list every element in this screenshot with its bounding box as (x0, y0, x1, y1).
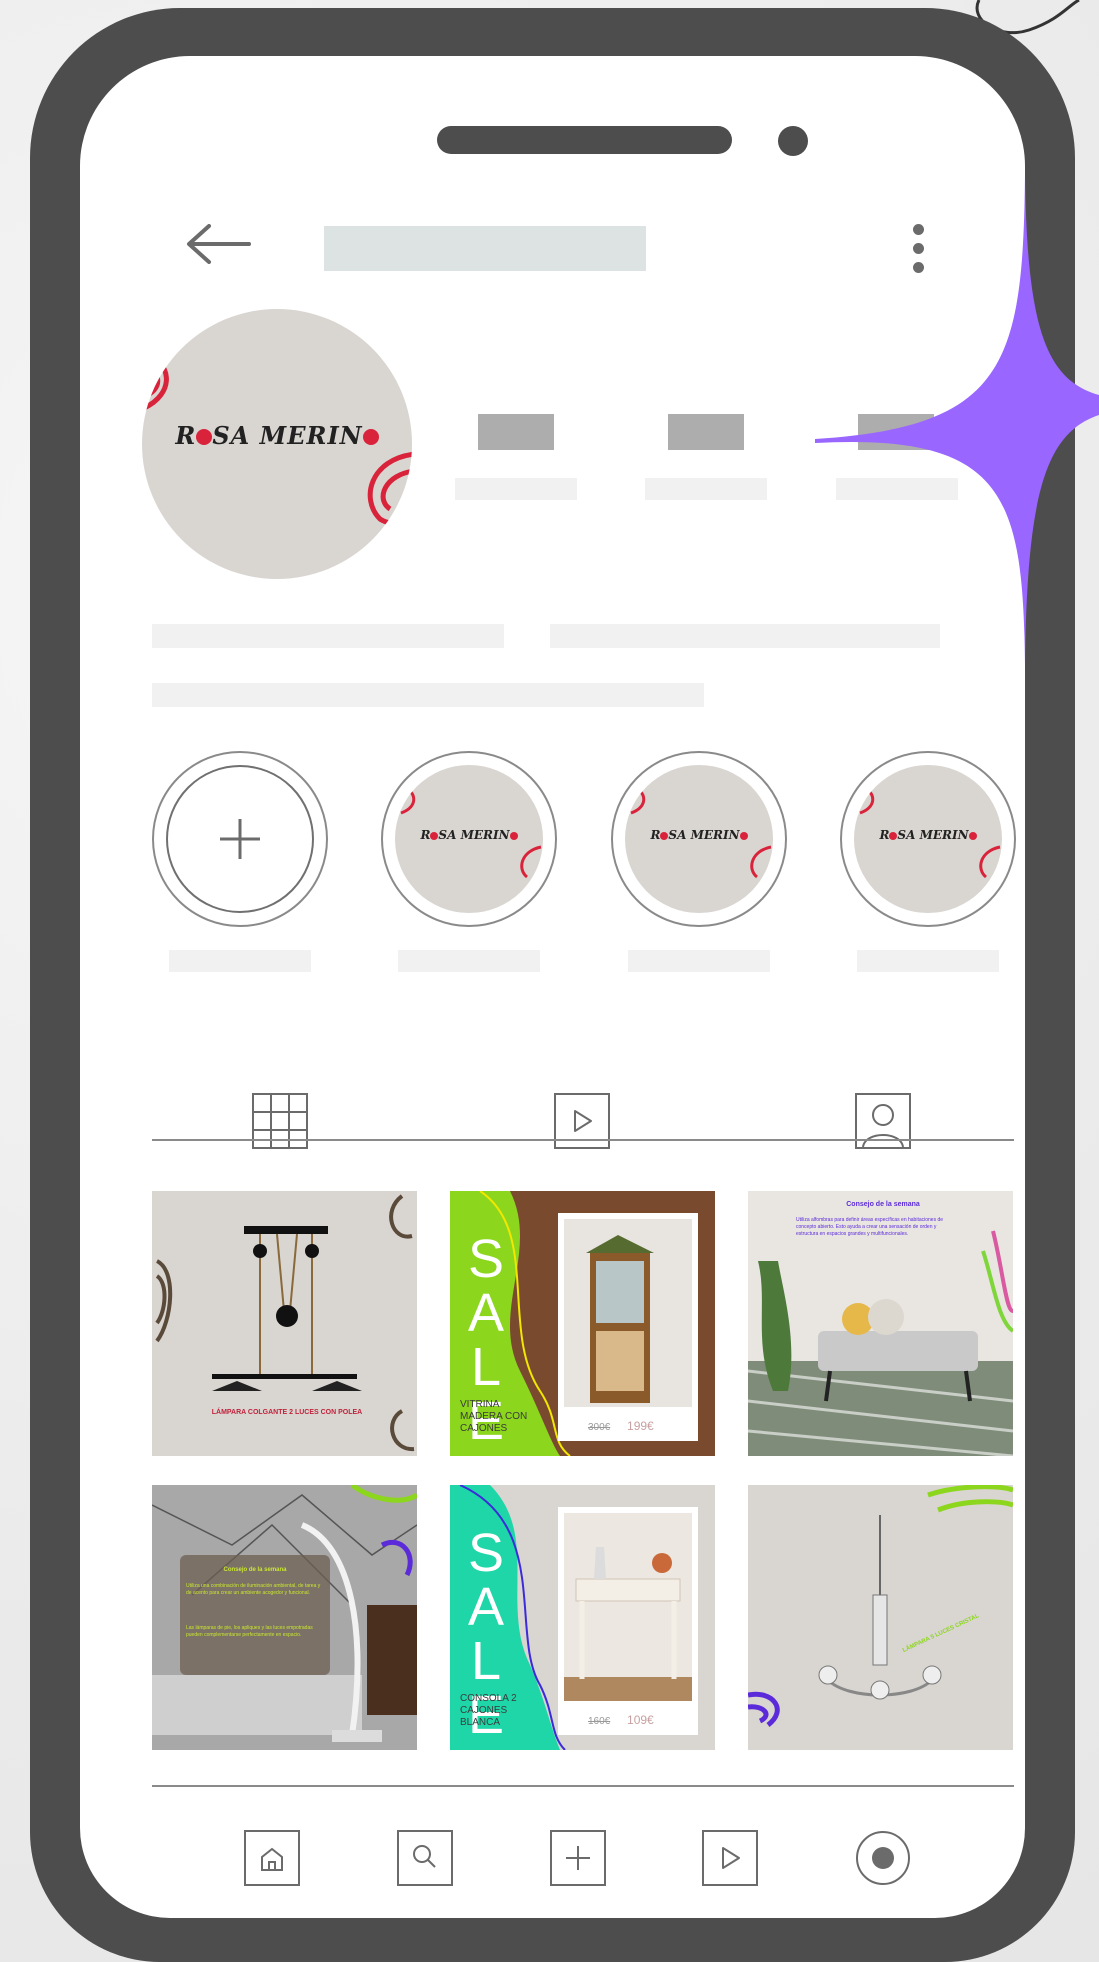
brand-logo: R SA MERIN (625, 828, 773, 842)
tip-body: Utiliza alfombras para definir áreas esp… (796, 1217, 944, 1237)
price: 109€ (627, 1713, 654, 1727)
vitrina-illustration (564, 1219, 692, 1407)
search-icon[interactable] (397, 1830, 453, 1886)
product-card: 160€ 109€ (558, 1507, 698, 1735)
bottom-nav-divider (152, 1785, 1014, 1787)
tip-title: Consejo de la semana (846, 1201, 920, 1208)
post-thumbnail[interactable]: LÁMPARA 5 LUCES CRISTAL (748, 1485, 1013, 1750)
new-highlight-button[interactable] (152, 751, 328, 927)
tip-title: Consejo de la semana (223, 1567, 287, 1573)
consola-illustration (564, 1513, 692, 1701)
brand-logo: R SA MERIN (142, 421, 412, 450)
product-name: VITRINA MADERA CON CAJONES (460, 1399, 528, 1434)
brand-logo: R SA MERIN (854, 828, 1002, 842)
post-thumbnail[interactable]: SALE CONSOLA 2 CAJONES BLANCA 160€ 109€ (450, 1485, 715, 1750)
posts-count-placeholder (478, 414, 554, 450)
highlight-label-placeholder (628, 950, 770, 972)
brand-logo: R SA MERIN (395, 828, 543, 842)
home-icon[interactable] (244, 1830, 300, 1886)
price-row: 160€ 109€ (588, 1713, 654, 1727)
highlight-label-placeholder (857, 950, 999, 972)
wave-decoration-icon (520, 845, 542, 879)
bio-line (152, 624, 504, 648)
play-icon[interactable] (702, 1830, 758, 1886)
arrow-left-icon[interactable] (185, 224, 251, 264)
tip-box (180, 1555, 330, 1675)
posts-label-placeholder (455, 478, 577, 500)
post-thumbnail[interactable]: SALE VITRINA MADERA CON CAJONES 300€ 199… (450, 1191, 715, 1456)
old-price: 300€ (588, 1422, 611, 1433)
post-thumbnail[interactable]: LÁMPARA COLGANTE 2 LUCES CON POLEA (152, 1191, 417, 1456)
highlight-label-placeholder (398, 950, 540, 972)
tip-body: Las lámparas de pie, los apliques y las … (186, 1625, 313, 1638)
wave-decoration-icon (142, 351, 169, 412)
phone-speaker (437, 126, 732, 154)
post-thumbnail[interactable]: Consejo de la semana Utiliza alfombras p… (748, 1191, 1013, 1456)
tabs-divider (152, 1139, 1014, 1141)
bio-line (152, 683, 704, 707)
price: 199€ (627, 1419, 654, 1433)
old-price: 160€ (588, 1716, 611, 1727)
phone-camera (778, 126, 808, 156)
product-card: 300€ 199€ (558, 1213, 698, 1441)
plus-icon[interactable] (550, 1830, 606, 1886)
tip-body: Utiliza una combinación de iluminación a… (186, 1583, 321, 1596)
profile-username-placeholder (324, 226, 646, 271)
story-highlight[interactable]: R SA MERIN (611, 751, 787, 927)
story-highlight[interactable]: R SA MERIN (840, 751, 1016, 927)
wave-decoration-icon (367, 452, 412, 526)
followers-count-placeholder[interactable] (668, 414, 744, 450)
wave-decoration-icon (979, 845, 1001, 879)
plus-icon (220, 819, 260, 859)
wave-decoration-icon (630, 785, 646, 815)
lamp-illustration (155, 1194, 415, 1452)
post-caption: LÁMPARA COLGANTE 2 LUCES CON POLEA (211, 1409, 363, 1416)
wave-decoration-icon (859, 785, 875, 815)
followers-label-placeholder (645, 478, 767, 500)
product-name: CONSOLA 2 CAJONES BLANCA (460, 1693, 517, 1728)
post-thumbnail[interactable]: Consejo de la semana Utiliza una combina… (152, 1485, 417, 1750)
price-row: 300€ 199€ (588, 1419, 654, 1433)
wave-decoration-icon (750, 845, 772, 879)
profile-avatar[interactable]: R SA MERIN (142, 309, 412, 579)
profile-icon[interactable] (855, 1830, 911, 1886)
sparkle-icon (815, 175, 1099, 665)
story-highlight[interactable]: R SA MERIN (381, 751, 557, 927)
highlight-label-placeholder (169, 950, 311, 972)
wave-decoration-icon (400, 785, 416, 815)
